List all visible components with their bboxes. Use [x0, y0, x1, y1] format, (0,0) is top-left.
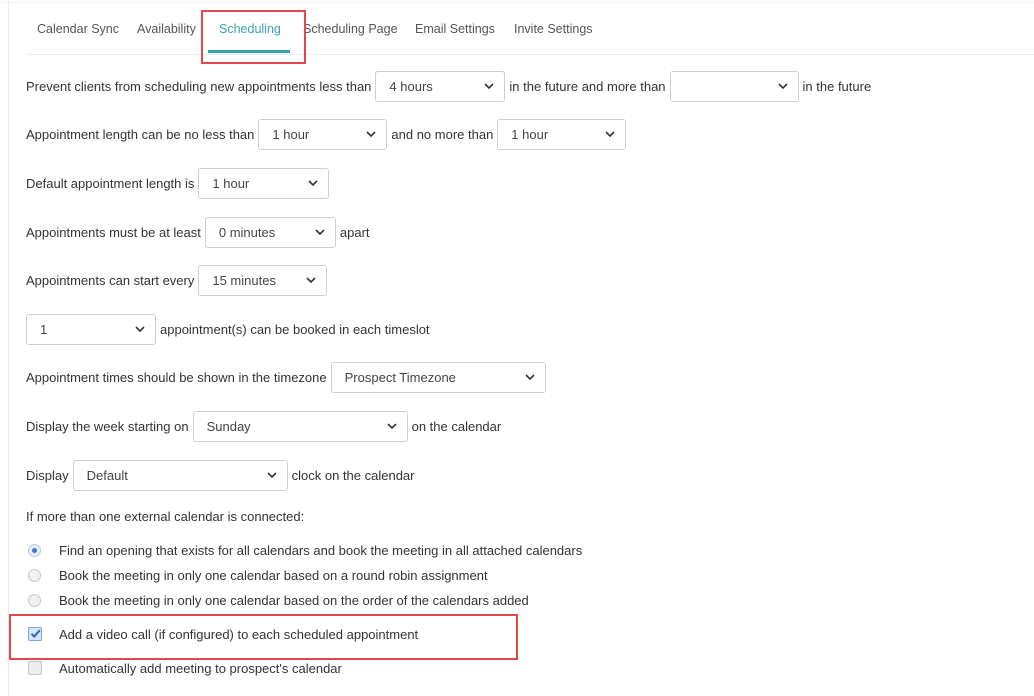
default-length-row: Default appointment length is 1 hour — [26, 167, 333, 199]
week-start-row: Display the week starting on Sunday on t… — [26, 410, 501, 442]
active-tab-indicator — [208, 50, 290, 53]
calendar-option-order[interactable]: Book the meeting in only one calendar ba… — [28, 590, 529, 610]
lead-time-row: Prevent clients from scheduling new appo… — [26, 70, 871, 102]
chevron-down-icon — [306, 277, 316, 284]
clock-label: Display — [26, 467, 69, 483]
max-advance-select[interactable] — [669, 70, 799, 102]
week-start-label: Display the week starting on — [26, 418, 189, 434]
tab-email-settings[interactable]: Email Settings — [415, 22, 495, 36]
calendar-option-round-robin[interactable]: Book the meeting in only one calendar ba… — [28, 565, 488, 585]
default-length-value: 1 hour — [212, 175, 250, 191]
buffer-suffix-label: apart — [339, 224, 370, 240]
timezone-row: Appointment times should be shown in the… — [26, 361, 550, 393]
tab-scheduling[interactable]: Scheduling — [219, 22, 281, 36]
tab-scheduling-page[interactable]: Scheduling Page — [303, 22, 398, 36]
chevron-down-icon — [605, 131, 615, 138]
tab-availability[interactable]: Availability — [137, 22, 196, 36]
lead-time-middle-label: in the future and more than — [509, 78, 666, 94]
option-label: Find an opening that exists for all cale… — [59, 542, 583, 558]
option-label: Book the meeting in only one calendar ba… — [59, 592, 529, 608]
length-row: Appointment length can be no less than 1… — [26, 118, 630, 150]
per-slot-value: 1 — [40, 321, 48, 337]
min-length-value: 1 hour — [272, 126, 310, 142]
clock-format-select[interactable]: Default — [72, 459, 288, 491]
length-label: Appointment length can be no less than — [26, 126, 255, 142]
week-start-select[interactable]: Sunday — [192, 410, 408, 442]
chevron-down-icon — [387, 423, 397, 430]
chevron-down-icon — [308, 180, 318, 187]
timezone-label: Appointment times should be shown in the… — [26, 369, 327, 385]
per-slot-row: 1 appointment(s) can be booked in each t… — [22, 313, 430, 345]
start-interval-value: 15 minutes — [212, 272, 276, 288]
buffer-row: Appointments must be at least 0 minutes … — [26, 216, 370, 248]
add-to-prospect-calendar-row[interactable]: Automatically add meeting to prospect's … — [28, 658, 342, 678]
week-start-suffix-label: on the calendar — [411, 418, 502, 434]
settings-tabs: Calendar Sync Availability Scheduling Sc… — [26, 10, 1034, 55]
video-call-label: Add a video call (if configured) to each… — [59, 626, 419, 642]
timezone-select[interactable]: Prospect Timezone — [330, 361, 546, 393]
timezone-value: Prospect Timezone — [344, 369, 456, 385]
chevron-down-icon — [366, 131, 376, 138]
chevron-down-icon — [135, 326, 145, 333]
left-border — [8, 0, 9, 696]
buffer-value: 0 minutes — [218, 224, 276, 240]
add-to-prospect-calendar-label: Automatically add meeting to prospect's … — [59, 660, 342, 676]
min-notice-select[interactable]: 4 hours — [375, 70, 506, 102]
tab-invite-settings[interactable]: Invite Settings — [514, 22, 593, 36]
clock-format-value: Default — [86, 467, 128, 483]
default-length-select[interactable]: 1 hour — [198, 167, 330, 199]
option-label: Book the meeting in only one calendar ba… — [59, 567, 488, 583]
checkmark-icon — [30, 629, 41, 638]
chevron-down-icon — [267, 472, 277, 479]
start-interval-row: Appointments can start every 15 minutes — [26, 264, 331, 296]
calendar-option-all[interactable]: Find an opening that exists for all cale… — [28, 540, 582, 560]
clock-suffix-label: clock on the calendar — [291, 467, 415, 483]
per-slot-label: appointment(s) can be booked in each tim… — [160, 321, 430, 337]
week-start-value: Sunday — [206, 418, 251, 434]
max-length-select[interactable]: 1 hour — [497, 118, 627, 150]
video-call-checkbox-row[interactable]: Add a video call (if configured) to each… — [28, 624, 418, 644]
chevron-down-icon — [315, 229, 325, 236]
tab-calendar-sync[interactable]: Calendar Sync — [37, 22, 119, 36]
external-calendar-label: If more than one external calendar is co… — [26, 509, 305, 524]
chevron-down-icon — [525, 374, 535, 381]
add-to-prospect-calendar-checkbox[interactable] — [28, 661, 42, 675]
buffer-select[interactable]: 0 minutes — [204, 216, 336, 248]
chevron-down-icon — [484, 83, 494, 90]
max-length-value: 1 hour — [511, 126, 549, 142]
top-border — [0, 2, 1034, 3]
start-interval-label: Appointments can start every — [26, 272, 195, 288]
chevron-down-icon — [777, 83, 788, 90]
radio-button[interactable] — [28, 568, 41, 582]
default-length-label: Default appointment length is — [26, 175, 195, 191]
lead-time-suffix-label: in the future — [802, 78, 872, 94]
radio-button[interactable] — [28, 593, 41, 607]
buffer-label: Appointments must be at least — [26, 224, 201, 240]
min-length-select[interactable]: 1 hour — [258, 118, 388, 150]
min-notice-value: 4 hours — [389, 78, 433, 94]
radio-button[interactable] — [28, 543, 41, 557]
length-middle-label: and no more than — [391, 126, 494, 142]
lead-time-label: Prevent clients from scheduling new appo… — [26, 78, 372, 94]
per-slot-select[interactable]: 1 — [26, 313, 156, 345]
start-interval-select[interactable]: 15 minutes — [198, 264, 328, 296]
clock-row: Display Default clock on the calendar — [26, 459, 414, 491]
video-call-checkbox[interactable] — [28, 627, 42, 641]
